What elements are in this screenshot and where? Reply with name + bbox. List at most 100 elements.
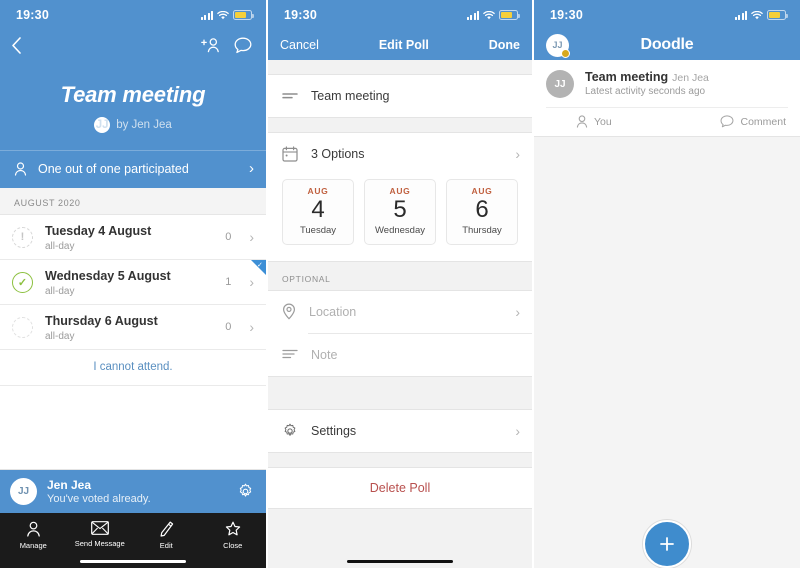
title-card: Team meeting xyxy=(268,74,532,118)
settings-label: Settings xyxy=(311,423,357,438)
tab-label: Send Message xyxy=(74,539,125,548)
gear-icon xyxy=(282,423,298,439)
current-user-bar[interactable]: JJ Jen Jea You've voted already. xyxy=(0,469,266,513)
option-count: 1 xyxy=(225,276,232,288)
profile-avatar-button[interactable]: JJ xyxy=(546,33,570,58)
chevron-right-icon: › xyxy=(515,303,520,320)
pencil-icon xyxy=(159,521,174,537)
bottom-tab-bar: Manage Send Message Edit Close xyxy=(0,513,266,568)
tab-edit[interactable]: Edit xyxy=(133,521,200,550)
create-poll-fab[interactable] xyxy=(643,520,691,568)
chevron-left-icon[interactable] xyxy=(11,36,22,54)
option-text: Tuesday 4 August all-day xyxy=(45,222,213,252)
poll-title-row[interactable]: Team meeting xyxy=(268,75,532,117)
battery-icon xyxy=(233,10,254,20)
comment-action[interactable]: Comment xyxy=(720,115,786,128)
poll-list-item-actions: You Comment xyxy=(546,107,788,136)
selected-corner-flag-icon xyxy=(251,260,266,275)
date-card[interactable]: AUG 4 Tuesday xyxy=(282,179,354,245)
status-bar: 19:30 xyxy=(0,0,266,30)
settings-row[interactable]: Settings › xyxy=(268,410,532,452)
envelope-icon xyxy=(90,521,109,535)
calendar-icon xyxy=(282,146,298,162)
star-icon xyxy=(225,521,241,537)
month-section-header: AUGUST 2020 xyxy=(0,188,266,215)
home-indicator xyxy=(80,559,186,563)
status-pending-icon: ! xyxy=(12,226,33,248)
current-user-text: Jen Jea You've voted already. xyxy=(47,478,227,505)
settings-card: Settings › xyxy=(268,408,532,453)
wifi-icon xyxy=(217,10,229,20)
doodle-nav-bar: JJ Doodle xyxy=(534,30,800,60)
note-placeholder: Note xyxy=(311,347,338,362)
option-row-wednesday[interactable]: ✓ Wednesday 5 August all-day 1 › xyxy=(0,260,266,305)
optional-card: Location › Note xyxy=(268,289,532,377)
edit-poll-nav-bar: Cancel Edit Poll Done xyxy=(268,30,532,60)
option-row-thursday[interactable]: Thursday 6 August all-day 0 › xyxy=(0,305,266,350)
location-placeholder: Location xyxy=(309,304,357,319)
option-count: 0 xyxy=(225,231,232,243)
option-count: 0 xyxy=(225,321,232,333)
chevron-right-icon: › xyxy=(249,229,254,245)
poll-list-item-title: Team meeting Jen Jea xyxy=(585,70,709,84)
poll-title-text: Team meeting xyxy=(585,70,669,84)
cancel-button[interactable]: Cancel xyxy=(280,38,319,52)
option-subtitle: all-day xyxy=(45,241,75,252)
date-day: 4 xyxy=(311,196,325,223)
map-pin-icon xyxy=(282,303,296,320)
comment-bubble-icon[interactable] xyxy=(234,37,252,54)
add-person-icon[interactable] xyxy=(201,37,221,53)
signal-icon xyxy=(200,10,213,20)
participation-row[interactable]: One out of one participated › xyxy=(0,150,266,186)
edit-poll-body: Team meeting 3 Options › AUG 4 Tuesday A… xyxy=(268,60,532,568)
plus-icon xyxy=(657,534,677,554)
screenshot-root: 19:30 Team meeting JJ by Jen Jea One out… xyxy=(0,0,800,568)
person-icon xyxy=(26,521,41,537)
poll-list-item-main: JJ Team meeting Jen Jea Latest activity s… xyxy=(546,70,788,98)
delete-poll-button[interactable]: Delete Poll xyxy=(268,466,532,509)
date-weekday: Thursday xyxy=(462,224,502,236)
signal-icon xyxy=(466,10,479,20)
status-time: 19:30 xyxy=(284,8,317,22)
avatar-status-badge xyxy=(561,48,570,58)
page-title: Edit Poll xyxy=(378,38,429,52)
tab-manage[interactable]: Manage xyxy=(0,521,67,550)
poll-author-label: by Jen Jea xyxy=(116,119,172,131)
note-lines-icon xyxy=(282,349,298,360)
cannot-attend-link[interactable]: I cannot attend. xyxy=(0,350,266,386)
battery-icon xyxy=(767,10,788,20)
gear-icon[interactable] xyxy=(237,483,254,500)
poll-author: JJ by Jen Jea xyxy=(0,117,266,150)
option-row-tuesday[interactable]: ! Tuesday 4 August all-day 0 › xyxy=(0,215,266,260)
options-label: 3 Options xyxy=(311,147,365,161)
date-card[interactable]: AUG 5 Wednesday xyxy=(364,179,436,245)
note-row[interactable]: Note xyxy=(268,334,532,376)
location-row[interactable]: Location › xyxy=(268,291,532,333)
poll-list-item-text: Team meeting Jen Jea Latest activity seco… xyxy=(585,70,709,97)
poll-activity-text: Latest activity seconds ago xyxy=(585,86,706,97)
tab-close[interactable]: Close xyxy=(200,521,267,550)
poll-title-value: Team meeting xyxy=(311,89,390,103)
done-button[interactable]: Done xyxy=(489,38,520,52)
tab-send-message[interactable]: Send Message xyxy=(67,521,134,548)
app-title: Doodle xyxy=(640,36,694,53)
option-title: Tuesday 4 August xyxy=(45,224,152,238)
date-card[interactable]: AUG 6 Thursday xyxy=(446,179,518,245)
date-weekday: Wednesday xyxy=(375,224,425,236)
person-icon xyxy=(14,161,27,176)
poll-nav-actions xyxy=(201,37,252,54)
options-card: 3 Options › AUG 4 Tuesday AUG 5 Wednesda… xyxy=(268,132,532,262)
options-row[interactable]: 3 Options › xyxy=(268,133,532,175)
poll-list-item[interactable]: JJ Team meeting Jen Jea Latest activity s… xyxy=(534,60,800,137)
doodle-body: JJ Team meeting Jen Jea Latest activity s… xyxy=(534,60,800,568)
screen-poll-detail: 19:30 Team meeting JJ by Jen Jea One out… xyxy=(0,0,266,568)
status-indicators xyxy=(466,10,520,20)
you-action[interactable]: You xyxy=(576,115,612,128)
chevron-right-icon: › xyxy=(515,422,520,439)
tab-label: Close xyxy=(223,541,243,550)
status-bar: 19:30 xyxy=(268,0,532,30)
status-empty-icon xyxy=(12,316,33,338)
